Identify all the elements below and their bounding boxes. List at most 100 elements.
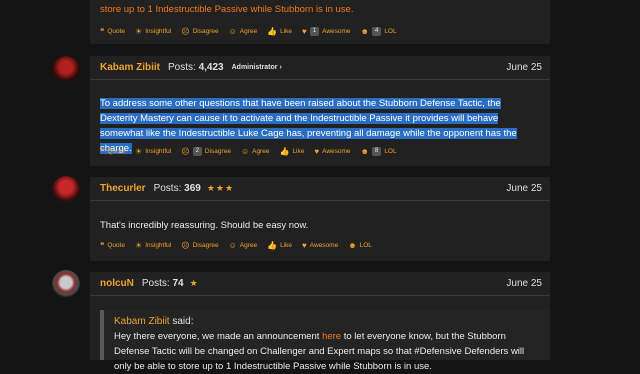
reaction-label: Insightful: [145, 147, 172, 155]
reaction-awesome[interactable]: ♥ Awesome: [302, 241, 338, 250]
post-count-value: 369: [184, 183, 201, 194]
lightbulb-icon: ☀: [135, 240, 143, 250]
post-count-label: Posts:: [141, 278, 170, 289]
reaction-count: 1: [309, 26, 320, 36]
reaction-label: LOL: [384, 27, 397, 35]
like-icon: 👍: [267, 26, 278, 36]
post-top-partial: store up to 1 Indestructible Passive whi…: [90, 0, 550, 44]
quote-icon: ❝: [100, 240, 105, 250]
quote-said: said:: [172, 316, 194, 327]
avatar[interactable]: [52, 270, 80, 298]
quote-attribution[interactable]: Kabam Zibiit said:: [114, 316, 540, 327]
reaction-label: Awesome: [309, 241, 339, 249]
post-count-value: 74: [172, 278, 184, 289]
author-name[interactable]: Thecurler: [100, 183, 146, 194]
lol-icon: ☻: [360, 26, 369, 36]
rank-stars: ★: [189, 278, 199, 288]
reaction-like[interactable]: 👍 Like: [279, 147, 304, 156]
announcement-link[interactable]: here: [322, 331, 341, 342]
reaction-like[interactable]: 👍 Like: [267, 27, 292, 36]
quote-icon: ❝: [100, 146, 105, 156]
author-name[interactable]: nolcuN: [100, 278, 134, 289]
post-date[interactable]: June 25: [506, 278, 542, 289]
reaction-disagree[interactable]: ☹ 2 Disagree: [181, 146, 231, 156]
post-count-label: Posts:: [168, 62, 196, 73]
reaction-label: LOL: [359, 241, 372, 249]
quote-author[interactable]: Kabam Zibiit: [114, 316, 170, 327]
reaction-label: Quote: [107, 27, 126, 35]
reaction-bar: ❝ Quote ☀ Insightful ☹ Disagree ☺ Agree 👍 Like ♥ Aw…: [100, 238, 540, 252]
reaction-agree[interactable]: ☺ Agree: [229, 27, 258, 36]
reaction-awesome[interactable]: ♥ Awesome: [314, 147, 350, 156]
reaction-label: Like: [280, 27, 293, 35]
reaction-awesome[interactable]: ♥ 1 Awesome: [302, 26, 351, 36]
disagree-icon: ☹: [181, 26, 190, 36]
reaction-lol[interactable]: ☻ LOL: [348, 241, 372, 250]
reaction-lol[interactable]: ☻ 8 LOL: [360, 146, 397, 156]
quote-icon: ❝: [100, 26, 105, 36]
lol-icon: ☻: [348, 240, 357, 250]
reaction-label: Like: [280, 241, 293, 249]
reaction-quote[interactable]: ❝ Quote: [100, 241, 125, 250]
post-count: Posts: 369: [154, 183, 201, 194]
reaction-label: Quote: [107, 241, 126, 249]
lightbulb-icon: ☀: [135, 146, 143, 156]
post-nolcun: nolcuN Posts: 74 ★ June 25 Kabam Zibiit …: [90, 272, 550, 372]
post-text: That's incredibly reassuring. Should be …: [100, 220, 309, 231]
post-thecurler: Thecurler Posts: 369 ★★★ June 25 That's …: [90, 177, 550, 261]
reaction-disagree[interactable]: ☹ Disagree: [181, 241, 218, 250]
quote-text-part: Hey there everyone, we made an announcem…: [114, 331, 323, 342]
reaction-label: Quote: [107, 147, 126, 155]
reaction-label: Awesome: [322, 27, 351, 35]
reaction-label: Agree: [239, 241, 258, 249]
heart-icon: ♥: [314, 146, 320, 156]
author-name[interactable]: Kabam Zibiit: [100, 62, 160, 73]
reaction-count: 4: [371, 26, 382, 36]
quote-text: Hey there everyone, we made an announcem…: [114, 329, 540, 374]
reaction-insightful[interactable]: ☀ Insightful: [135, 147, 171, 156]
reaction-label: Awesome: [322, 147, 351, 155]
reaction-label: Disagree: [192, 27, 219, 35]
reaction-label: Agree: [239, 27, 258, 35]
role-badge[interactable]: Administrator ›: [232, 64, 282, 71]
lol-icon: ☻: [360, 146, 369, 156]
avatar[interactable]: [52, 176, 80, 204]
reaction-count: 8: [371, 146, 382, 156]
rank-stars: ★★★: [206, 183, 235, 193]
agree-icon: ☺: [240, 146, 250, 156]
reaction-label: Like: [292, 147, 305, 155]
reaction-count: 2: [192, 146, 202, 156]
post-header: nolcuN Posts: 74 ★ June 25: [90, 272, 550, 296]
reaction-like[interactable]: 👍 Like: [267, 241, 292, 250]
reaction-label: Insightful: [145, 241, 172, 249]
reaction-lol[interactable]: ☻ 4 LOL: [360, 26, 397, 36]
lightbulb-icon: ☀: [135, 26, 143, 36]
post-header: Thecurler Posts: 369 ★★★ June 25: [90, 177, 550, 201]
post-date[interactable]: June 25: [506, 62, 542, 73]
post-count: Posts: 4,423: [168, 62, 224, 73]
reaction-quote[interactable]: ❝ Quote: [100, 147, 125, 156]
like-icon: 👍: [279, 146, 290, 156]
avatar[interactable]: [52, 56, 80, 84]
reaction-quote[interactable]: ❝ Quote: [100, 27, 125, 36]
post-kabam-zibiit: Kabam Zibiit Posts: 4,423 Administrator …: [90, 56, 550, 166]
post-date[interactable]: June 25: [506, 183, 542, 194]
reaction-disagree[interactable]: ☹ Disagree: [181, 27, 218, 36]
reaction-agree[interactable]: ☺ Agree: [229, 241, 258, 250]
reaction-label: Disagree: [192, 241, 219, 249]
reaction-insightful[interactable]: ☀ Insightful: [135, 241, 171, 250]
reaction-agree[interactable]: ☺ Agree: [241, 147, 270, 156]
post-count-label: Posts:: [153, 183, 182, 194]
agree-icon: ☺: [228, 26, 237, 36]
agree-icon: ☺: [228, 240, 237, 250]
reaction-bar: ❝ Quote ☀ Insightful ☹ 2 Disagree ☺ Agree 👍 Like ♥ A…: [100, 144, 540, 158]
reaction-insightful[interactable]: ☀ Insightful: [135, 27, 171, 36]
quote-block: Kabam Zibiit said: Hey there everyone, w…: [100, 310, 550, 372]
heart-icon: ♥: [302, 240, 307, 250]
post-count-value: 4,423: [198, 62, 224, 73]
post-text: store up to 1 Indestructible Passive whi…: [100, 4, 354, 15]
disagree-icon: ☹: [181, 146, 190, 156]
reaction-label: Agree: [252, 147, 270, 155]
reaction-label: Disagree: [204, 147, 231, 155]
reaction-label: Insightful: [145, 27, 172, 35]
